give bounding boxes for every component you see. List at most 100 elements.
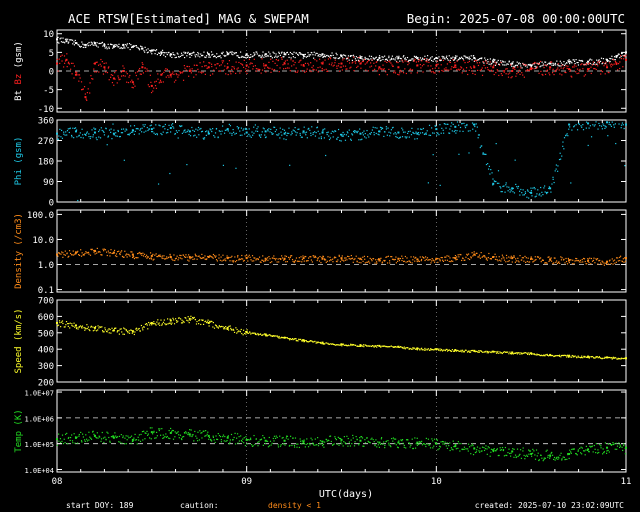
density-point [559, 262, 561, 265]
temp-point [66, 432, 68, 434]
phi-point [522, 189, 524, 191]
density-point [431, 257, 433, 260]
density-point [83, 254, 85, 256]
bt-point [492, 60, 495, 63]
density-point [499, 259, 501, 261]
bz-point [594, 68, 596, 70]
phi-point [410, 134, 413, 136]
bz-point [619, 61, 621, 63]
density-point [301, 261, 303, 263]
phi-point [82, 134, 84, 136]
density-point [256, 258, 258, 260]
density-point [588, 262, 590, 264]
temp-point [395, 438, 397, 440]
temp-point [393, 438, 395, 440]
temp-point [211, 440, 213, 442]
density-point [68, 250, 71, 252]
bt-point [430, 57, 432, 59]
density-point [472, 255, 474, 257]
bz-point [209, 62, 211, 64]
bz-point [453, 66, 456, 68]
density-point [503, 259, 506, 261]
phi-point [275, 129, 278, 131]
speed-point [124, 328, 126, 330]
density-point [61, 251, 63, 253]
density-point [226, 257, 228, 259]
bz-point [312, 65, 314, 67]
bz-point [173, 81, 176, 83]
phi-point [283, 138, 285, 140]
bt-point [318, 53, 320, 56]
density-point [265, 259, 267, 261]
temp-point [401, 439, 404, 441]
speed-point [100, 326, 102, 328]
density-point [566, 263, 569, 265]
bz-point [352, 61, 354, 63]
temp-point [472, 445, 474, 447]
temp-point [540, 454, 542, 457]
speed-point [212, 326, 214, 328]
phi-point [302, 132, 304, 134]
bz-point [316, 60, 318, 62]
speed-point [83, 327, 85, 329]
speed-point [438, 349, 440, 351]
density-point [129, 255, 131, 257]
bz-point [620, 58, 623, 60]
bt-point [299, 52, 301, 54]
temp-point [571, 448, 573, 451]
temp-point [531, 455, 533, 457]
phi-point [606, 121, 609, 124]
density-point [621, 260, 624, 263]
bt-point [616, 56, 618, 58]
density-point [464, 259, 466, 261]
bz-point [461, 67, 463, 69]
speed-point [215, 324, 217, 327]
temp-point [159, 428, 161, 430]
bt-point [488, 63, 490, 65]
density-point [615, 257, 618, 259]
bt-point [106, 48, 108, 50]
bz-point [218, 70, 220, 72]
bz-point [370, 62, 372, 64]
bz-point [324, 59, 326, 61]
temp-point [345, 443, 347, 445]
bz-point [226, 63, 229, 65]
density-point [622, 258, 624, 260]
bz-point [213, 69, 215, 71]
density-point [575, 260, 577, 262]
phi-point [312, 132, 314, 134]
density-point [75, 253, 77, 255]
bz-point [553, 73, 555, 76]
bt-point [215, 56, 217, 59]
phi-point [192, 129, 194, 132]
temp-point [549, 457, 551, 459]
bz-point [281, 58, 283, 60]
bt-point [462, 58, 464, 60]
bz-point [597, 61, 599, 63]
temp-point [410, 444, 412, 446]
temp-point [520, 457, 523, 459]
density-point [136, 257, 138, 259]
bz-point [223, 69, 225, 71]
bz-point [569, 70, 571, 72]
temp-point [513, 448, 515, 450]
phi-point [106, 144, 108, 146]
temp-point [207, 431, 209, 433]
density-point [527, 257, 529, 259]
bz-point [57, 70, 59, 72]
temp-point [600, 445, 602, 447]
phi-point [527, 190, 529, 192]
bt-point [292, 56, 294, 58]
speed-point [429, 349, 431, 351]
phi-point [625, 123, 627, 126]
temp-point [534, 454, 536, 456]
bz-point [487, 69, 489, 71]
phi-point [181, 132, 184, 134]
bt-point [207, 52, 209, 55]
speed-point [194, 318, 197, 321]
phi-point [167, 129, 169, 131]
bt-point [430, 59, 433, 62]
phi-point [197, 126, 200, 129]
temp-point [438, 448, 440, 450]
bz-point [254, 65, 256, 67]
